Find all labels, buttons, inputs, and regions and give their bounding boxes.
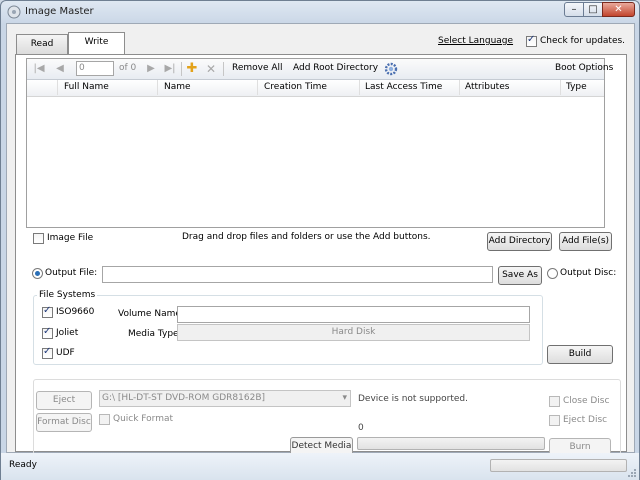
joliet-checkbox[interactable] <box>42 326 53 339</box>
write-tab-panel: |◀ ◀ 0 of 0 ▶ ▶| ✚ ✕ Remove All Add Root… <box>15 54 627 463</box>
column-attributes[interactable]: Attributes <box>465 82 509 92</box>
remove-all-button[interactable]: Remove All <box>232 63 283 73</box>
column-separator <box>257 80 258 95</box>
file-systems-title: File Systems <box>37 290 98 300</box>
file-list[interactable]: |◀ ◀ 0 of 0 ▶ ▶| ✚ ✕ Remove All Add Root… <box>26 58 613 228</box>
output-file-input[interactable] <box>102 266 493 283</box>
status-bar: Ready <box>1 453 639 480</box>
udf-checkbox[interactable] <box>42 346 53 359</box>
column-creation-time[interactable]: Creation Time <box>264 82 327 92</box>
column-separator <box>157 80 158 95</box>
last-page-icon[interactable]: ▶| <box>163 62 177 76</box>
column-last-access-time[interactable]: Last Access Time <box>365 82 442 92</box>
add-directory-button[interactable]: Add Directory <box>487 232 552 251</box>
close-button[interactable]: ✕ <box>602 2 635 17</box>
main-window: Image Master – □ ✕ Read Write Select Lan… <box>0 0 640 480</box>
tab-write[interactable]: Write <box>68 32 125 54</box>
chevron-down-icon[interactable]: ▾ <box>342 391 347 406</box>
delete-icon[interactable]: ✕ <box>204 62 218 76</box>
resize-grip-icon[interactable] <box>627 468 637 478</box>
window-title: Image Master <box>25 6 94 17</box>
iso9660-checkbox[interactable] <box>42 305 53 318</box>
image-file-checkbox[interactable] <box>33 233 44 244</box>
boot-options-button[interactable]: Boot Options <box>555 63 613 73</box>
volume-name-input[interactable] <box>177 306 530 323</box>
column-type[interactable]: Type <box>566 82 587 92</box>
status-text: Ready <box>9 460 37 470</box>
drag-drop-hint: Drag and drop files and folders or use t… <box>182 232 431 242</box>
output-file-label: Output File: <box>45 268 98 278</box>
quick-format-label: Quick Format <box>113 414 174 424</box>
media-type-label: Media Type: <box>128 329 182 339</box>
eject-disc-label: Eject Disc <box>563 415 608 425</box>
client-area: Read Write Select Language Check for upd… <box>6 23 635 463</box>
add-icon[interactable]: ✚ <box>185 62 199 76</box>
next-page-icon[interactable]: ▶ <box>144 62 158 76</box>
output-disc-radio[interactable] <box>547 268 558 279</box>
status-progress-bar <box>490 459 627 472</box>
page-count-label: of 0 <box>119 63 137 73</box>
maximize-button[interactable]: □ <box>583 2 603 17</box>
table-header: Full Name Name Creation Time Last Access… <box>27 80 604 97</box>
format-disc-button[interactable]: Format Disc <box>36 413 92 432</box>
file-systems-group: File Systems ISO9660 Joliet UDF Volume N… <box>33 290 543 365</box>
column-separator <box>560 80 561 95</box>
settings-gear-icon[interactable] <box>384 62 398 76</box>
select-language-link[interactable]: Select Language <box>438 36 513 46</box>
column-separator <box>359 80 360 95</box>
drive-select[interactable]: G:\ [HL-DT-ST DVD-ROM GDR8162B] ▾ <box>99 390 351 407</box>
column-full-name[interactable]: Full Name <box>64 82 109 92</box>
build-button[interactable]: Build <box>547 345 613 364</box>
add-root-directory-button[interactable]: Add Root Directory <box>293 63 378 73</box>
udf-label: UDF <box>56 348 75 358</box>
media-type-field: Hard Disk <box>177 324 530 341</box>
tab-read[interactable]: Read <box>16 34 68 54</box>
page-number-input[interactable]: 0 <box>76 61 114 76</box>
close-disc-label: Close Disc <box>563 396 610 406</box>
joliet-label: Joliet <box>56 328 79 338</box>
column-separator <box>459 80 460 95</box>
output-file-radio[interactable] <box>32 268 43 279</box>
minimize-button[interactable]: – <box>564 2 584 17</box>
column-name[interactable]: Name <box>164 82 191 92</box>
toolbar-separator <box>181 62 182 76</box>
drive-select-value: G:\ [HL-DT-ST DVD-ROM GDR8162B] <box>102 393 266 403</box>
check-updates-checkbox[interactable] <box>526 34 537 47</box>
toolbar-separator <box>223 62 224 76</box>
column-separator <box>57 80 58 95</box>
iso9660-label: ISO9660 <box>56 307 95 317</box>
close-disc-checkbox[interactable] <box>549 396 560 407</box>
image-file-label: Image File <box>47 233 94 243</box>
eject-button[interactable]: Eject <box>36 391 92 410</box>
volume-name-label: Volume Name: <box>118 309 184 319</box>
previous-page-icon[interactable]: ◀ <box>53 62 67 76</box>
first-page-icon[interactable]: |◀ <box>32 62 46 76</box>
eject-disc-checkbox[interactable] <box>549 415 560 426</box>
app-icon <box>7 5 21 19</box>
save-as-button[interactable]: Save As <box>498 266 542 285</box>
progress-value: 0 <box>358 423 364 433</box>
file-toolbar: |◀ ◀ 0 of 0 ▶ ▶| ✚ ✕ Remove All Add Root… <box>27 59 613 80</box>
check-updates-label: Check for updates. <box>540 36 626 46</box>
quick-format-checkbox[interactable] <box>99 414 110 425</box>
add-files-button[interactable]: Add File(s) <box>559 232 612 251</box>
output-disc-label: Output Disc: <box>560 268 617 278</box>
device-status: Device is not supported. <box>358 394 468 404</box>
title-bar[interactable]: Image Master – □ ✕ <box>1 1 639 23</box>
burn-progress-bar <box>357 437 545 450</box>
